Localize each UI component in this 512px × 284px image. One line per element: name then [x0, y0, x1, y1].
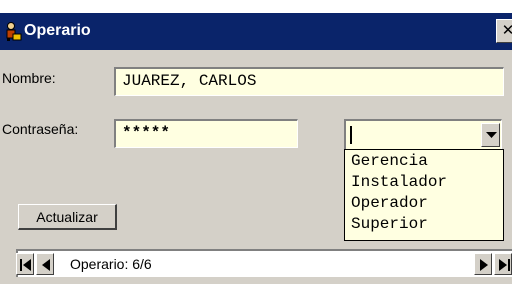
person-icon	[4, 22, 22, 42]
contrasena-label: Contraseña:	[2, 121, 79, 137]
close-button[interactable]: ✕	[496, 19, 512, 43]
first-record-icon	[20, 259, 31, 271]
role-dropdown[interactable]	[344, 119, 502, 151]
next-record-button[interactable]	[474, 253, 492, 275]
record-navigator: Operario: 6/6	[16, 249, 512, 277]
first-record-button[interactable]	[16, 253, 34, 275]
nombre-label: Nombre:	[2, 70, 56, 86]
prev-record-icon	[42, 259, 50, 271]
window-title: Operario	[24, 22, 91, 39]
title-bar: Operario ✕	[0, 13, 512, 50]
role-option[interactable]: Operador	[351, 193, 503, 214]
contrasena-field[interactable]: *****	[114, 119, 298, 148]
prev-record-button[interactable]	[36, 253, 54, 275]
role-option[interactable]: Instalador	[351, 172, 503, 193]
dropdown-arrow-button[interactable]	[481, 123, 500, 147]
next-record-icon	[480, 259, 488, 271]
dropdown-arrow-icon	[486, 132, 497, 138]
role-option[interactable]: Gerencia	[351, 151, 503, 172]
last-record-button[interactable]	[494, 253, 512, 275]
nombre-field[interactable]: JUAREZ, CARLOS	[114, 67, 504, 96]
role-options-list: Gerencia Instalador Operador Superior	[344, 149, 504, 241]
text-caret	[350, 126, 352, 144]
last-record-icon	[499, 259, 510, 271]
update-button[interactable]: Actualizar	[18, 204, 117, 230]
close-icon: ✕	[501, 22, 512, 39]
record-position-label: Operario: 6/6	[70, 256, 152, 272]
role-option[interactable]: Superior	[351, 214, 503, 235]
operario-window: Operario ✕ Nombre: JUAREZ, CARLOS Contra…	[0, 13, 512, 284]
